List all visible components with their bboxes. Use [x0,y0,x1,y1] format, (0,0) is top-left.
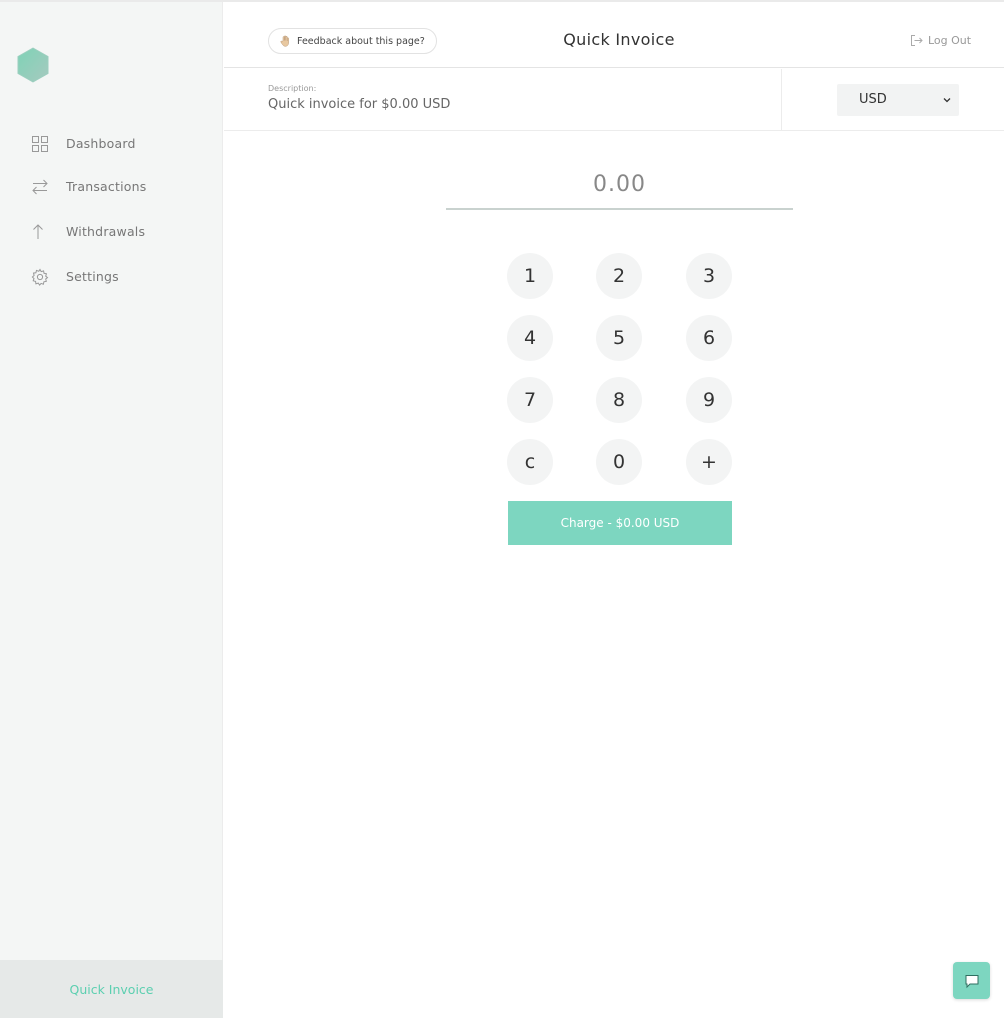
key-9[interactable]: 9 [686,377,732,423]
key-3[interactable]: 3 [686,253,732,299]
sidebar-item-transactions[interactable]: Transactions [0,169,223,205]
key-7[interactable]: 7 [507,377,553,423]
sidebar-item-settings[interactable]: Settings [0,259,223,295]
key-4[interactable]: 4 [507,315,553,361]
sidebar-item-label: Transactions [66,179,147,194]
grid-icon [32,136,48,152]
chevron-down-icon [943,98,951,103]
sidebar-item-label: Withdrawals [66,224,146,239]
key-1[interactable]: 1 [507,253,553,299]
sidebar: Dashboard Transactions Withdrawals Setti… [0,2,223,1018]
key-0[interactable]: 0 [596,439,642,485]
hexagon-logo[interactable] [15,47,51,83]
divider [781,69,782,131]
chat-button[interactable] [953,962,990,999]
charge-button[interactable]: Charge - $0.00 USD [508,501,732,545]
sidebar-item-label: Settings [66,269,119,284]
description-bar: Description: Quick invoice for $0.00 USD… [224,69,1004,131]
sidebar-item-withdrawals[interactable]: Withdrawals [0,214,223,250]
gear-icon [31,268,49,286]
app: Dashboard Transactions Withdrawals Setti… [0,0,1004,1018]
key-clear[interactable]: c [507,439,553,485]
sidebar-item-label: Dashboard [66,136,136,151]
logout-label: Log Out [928,34,972,47]
currency-select[interactable]: USD [837,84,959,116]
currency-value: USD [859,92,887,107]
arrows-icon [32,179,48,195]
key-8[interactable]: 8 [596,377,642,423]
chat-icon [965,974,978,988]
key-plus[interactable]: + [686,439,732,485]
arrow-up-icon [33,224,43,239]
key-2[interactable]: 2 [596,253,642,299]
description-label: Description: [268,84,317,93]
page-title: Quick Invoice [563,30,675,49]
description-input[interactable]: Quick invoice for $0.00 USD [268,97,450,112]
sidebar-item-dashboard[interactable]: Dashboard [0,126,223,162]
logout-icon [911,35,923,46]
key-5[interactable]: 5 [596,315,642,361]
page-header: Feedback about this page? Quick Invoice … [224,2,1004,68]
key-6[interactable]: 6 [686,315,732,361]
logout-button[interactable]: Log Out [910,34,971,47]
amount-input[interactable]: 0.00 [446,172,793,210]
sidebar-item-quick-invoice[interactable]: Quick Invoice [0,960,223,1018]
